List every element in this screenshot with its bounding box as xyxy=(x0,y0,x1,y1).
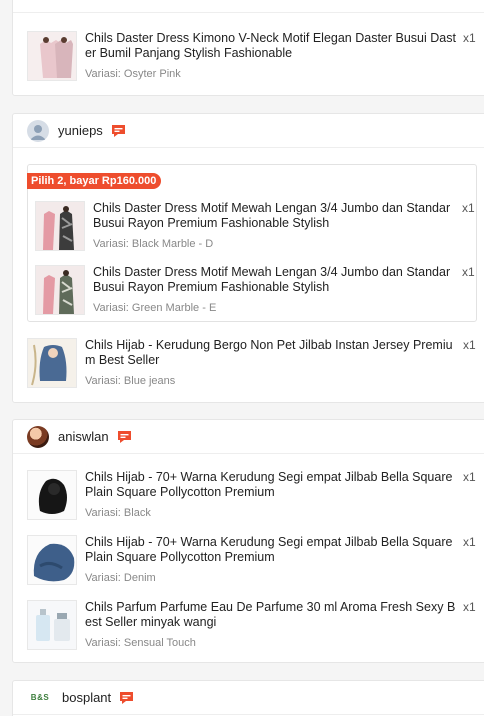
shop-header: yunieps xyxy=(13,114,484,148)
product-quantity: x1 xyxy=(463,535,476,549)
shop-header: aniswlan xyxy=(13,420,484,454)
user-avatar-icon[interactable] xyxy=(27,119,49,142)
product-quantity: x1 xyxy=(463,338,476,352)
product-variant: Variasi: Black Marble - D xyxy=(93,238,214,250)
bundle-deal-tag: Pilih 2, bayar Rp160.000 xyxy=(27,173,162,189)
order-card-aniswlan: aniswlan Chils Hijab - 70+ Warna Kerudun… xyxy=(12,419,484,663)
product-quantity: x1 xyxy=(462,265,475,279)
shop-header xyxy=(13,0,484,13)
shop-name[interactable]: yunieps xyxy=(58,123,103,138)
shop-avatar[interactable] xyxy=(27,425,49,448)
product-thumbnail[interactable] xyxy=(27,600,77,650)
product-variant: Variasi: Black xyxy=(85,507,151,519)
product-variant: Variasi: Blue jeans xyxy=(85,375,176,387)
product-thumbnail[interactable] xyxy=(35,201,85,251)
chat-bubble-icon[interactable] xyxy=(117,430,132,444)
product-variant: Variasi: Green Marble - E xyxy=(93,302,217,314)
product-title[interactable]: Chils Hijab - 70+ Warna Kerudung Segi em… xyxy=(85,470,457,500)
product-quantity: x1 xyxy=(463,31,476,45)
product-thumbnail[interactable] xyxy=(27,338,77,388)
product-quantity: x1 xyxy=(463,470,476,484)
bundle-deal-box: Pilih 2, bayar Rp160.000 Chils Daster Dr… xyxy=(27,164,477,322)
order-item[interactable]: Chils Hijab - Kerudung Bergo Non Pet Jil… xyxy=(27,338,484,390)
order-card-yunieps: yunieps Pilih 2, bayar Rp160.000 Chils D… xyxy=(12,113,484,403)
product-variant: Variasi: Sensual Touch xyxy=(85,637,196,649)
product-title[interactable]: Chils Hijab - 70+ Warna Kerudung Segi em… xyxy=(85,535,457,565)
product-title[interactable]: Chils Daster Dress Motif Mewah Lengan 3/… xyxy=(93,265,455,295)
bundle-item[interactable]: Chils Daster Dress Motif Mewah Lengan 3/… xyxy=(35,201,475,253)
shop-name[interactable]: bosplant xyxy=(62,690,111,705)
product-title[interactable]: Chils Parfum Parfume Eau De Parfume 30 m… xyxy=(85,600,457,630)
product-thumbnail[interactable] xyxy=(27,31,77,81)
order-item[interactable]: Chils Daster Dress Kimono V-Neck Motif E… xyxy=(27,31,484,83)
order-card-0: Chils Daster Dress Kimono V-Neck Motif E… xyxy=(12,0,484,96)
order-item[interactable]: Chils Hijab - 70+ Warna Kerudung Segi em… xyxy=(27,470,484,522)
bundle-item[interactable]: Chils Daster Dress Motif Mewah Lengan 3/… xyxy=(35,265,475,317)
order-item[interactable]: Chils Parfum Parfume Eau De Parfume 30 m… xyxy=(27,600,484,652)
order-item[interactable]: Chils Hijab - 70+ Warna Kerudung Segi em… xyxy=(27,535,484,587)
order-card-bosplant: B&S bosplant xyxy=(12,680,484,716)
shop-header: B&S bosplant xyxy=(13,681,484,715)
product-thumbnail[interactable] xyxy=(27,470,77,520)
product-variant: Variasi: Denim xyxy=(85,572,156,584)
product-variant: Variasi: Osyter Pink xyxy=(85,68,181,80)
product-thumbnail[interactable] xyxy=(35,265,85,315)
shop-name[interactable]: aniswlan xyxy=(58,429,109,444)
product-thumbnail[interactable] xyxy=(27,535,77,585)
product-title[interactable]: Chils Daster Dress Motif Mewah Lengan 3/… xyxy=(93,201,455,231)
chat-bubble-icon[interactable] xyxy=(111,124,126,138)
product-quantity: x1 xyxy=(463,600,476,614)
product-title[interactable]: Chils Hijab - Kerudung Bergo Non Pet Jil… xyxy=(85,338,457,368)
shop-logo[interactable]: B&S xyxy=(27,686,53,709)
product-title[interactable]: Chils Daster Dress Kimono V-Neck Motif E… xyxy=(85,31,457,61)
chat-bubble-icon[interactable] xyxy=(119,691,134,705)
product-quantity: x1 xyxy=(462,201,475,215)
